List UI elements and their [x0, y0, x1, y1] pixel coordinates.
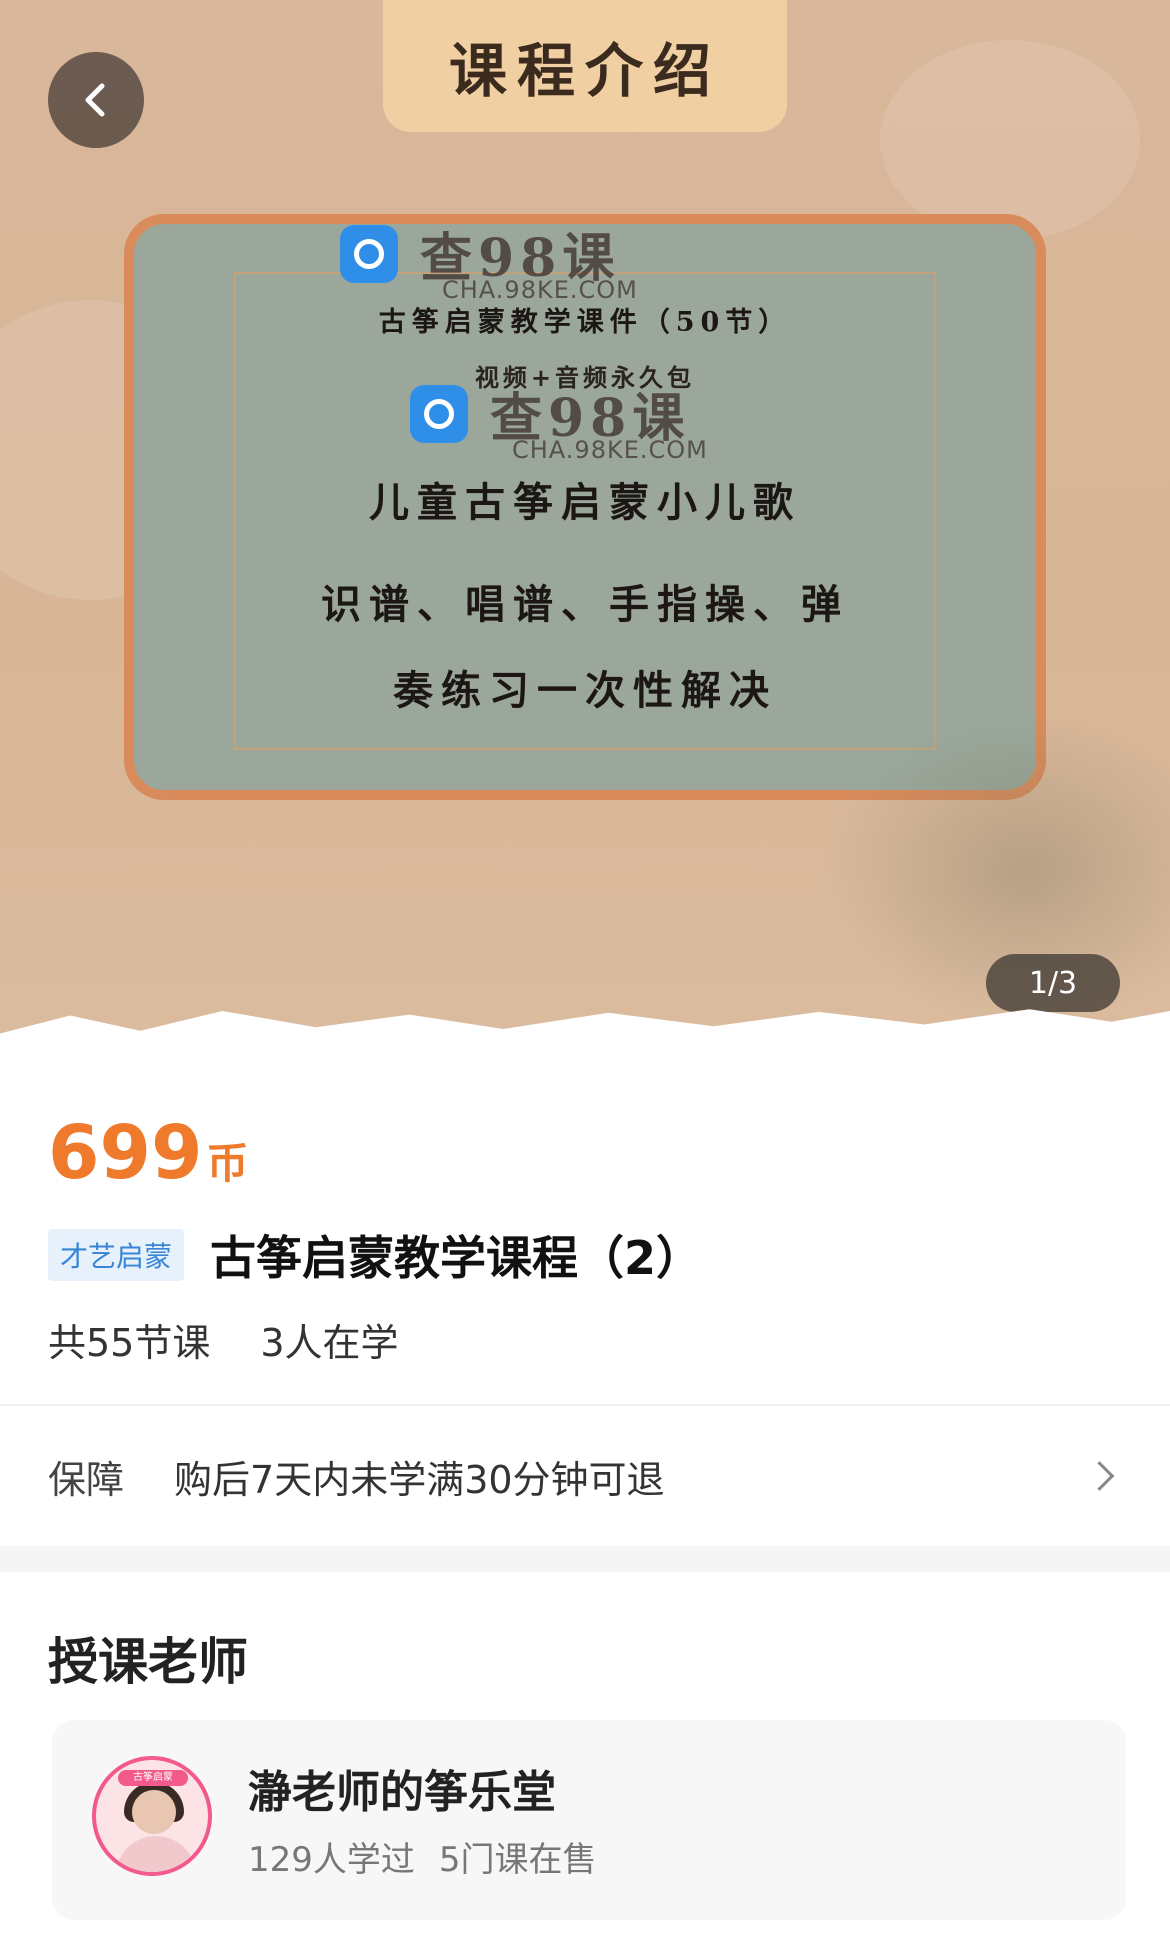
banner-line-4: 识谱、唱谱、手指操、弹: [321, 581, 849, 628]
banner-line-1: 古筝启蒙教学课件（50节）: [378, 307, 792, 338]
banner-line-5: 奏练习一次性解决: [393, 667, 777, 714]
price-value: 699: [48, 1110, 203, 1196]
price-unit: 币: [206, 1139, 249, 1188]
guarantee-label: 保障: [48, 1457, 125, 1502]
banner-line-3: 儿童古筝启蒙小儿歌: [369, 479, 801, 526]
banner-title: 课程介绍: [448, 37, 721, 105]
watermark-logo-icon: [410, 384, 468, 443]
teacher-card[interactable]: 古筝启蒙 瀞老师的筝乐堂 129人学过 5门课在售: [52, 1720, 1126, 1920]
course-banner[interactable]: 课程介绍 查98课 CHA.98KE.COM 古筝启蒙教学课件（50节） 视频+…: [0, 0, 1170, 1065]
teacher-learned-count: 129人学过: [248, 1840, 415, 1880]
watermark-domain: CHA.98KE.COM: [512, 436, 708, 464]
teacher-stats: 129人学过 5门课在售: [248, 1832, 597, 1881]
price: 699币: [48, 1110, 248, 1196]
avatar-face: [132, 1790, 176, 1834]
watermark-logo-icon: [340, 224, 398, 283]
guarantee-row[interactable]: 保障 购后7天内未学满30分钟可退: [0, 1406, 1170, 1546]
back-button[interactable]: [48, 52, 144, 148]
guarantee-text: 购后7天内未学满30分钟可退: [174, 1457, 665, 1502]
learner-count: 3人在学: [260, 1321, 399, 1365]
course-title-row: 才艺启蒙 古筝启蒙教学课程（2）: [48, 1222, 702, 1288]
section-gap: [0, 1546, 1170, 1572]
chevron-left-icon: [85, 83, 105, 117]
course-meta: 共55节课 3人在学: [48, 1312, 399, 1367]
course-title: 古筝启蒙教学课程（2）: [210, 1231, 703, 1285]
avatar-body: [116, 1836, 196, 1872]
teacher-name: 瀞老师的筝乐堂: [248, 1767, 556, 1818]
image-counter: 1/3: [986, 954, 1120, 1012]
banner-title-plaque: 课程介绍: [383, 0, 787, 132]
teacher-section-title: 授课老师: [48, 1633, 248, 1691]
chevron-right-icon: [1084, 1461, 1115, 1491]
avatar-badge: 古筝启蒙: [118, 1770, 188, 1786]
category-tag: 才艺启蒙: [48, 1229, 185, 1281]
paper-texture: [880, 40, 1140, 240]
teacher-avatar[interactable]: 古筝启蒙: [92, 1756, 212, 1876]
teacher-course-count: 5门课在售: [438, 1840, 597, 1880]
lesson-count: 共55节课: [48, 1321, 211, 1365]
